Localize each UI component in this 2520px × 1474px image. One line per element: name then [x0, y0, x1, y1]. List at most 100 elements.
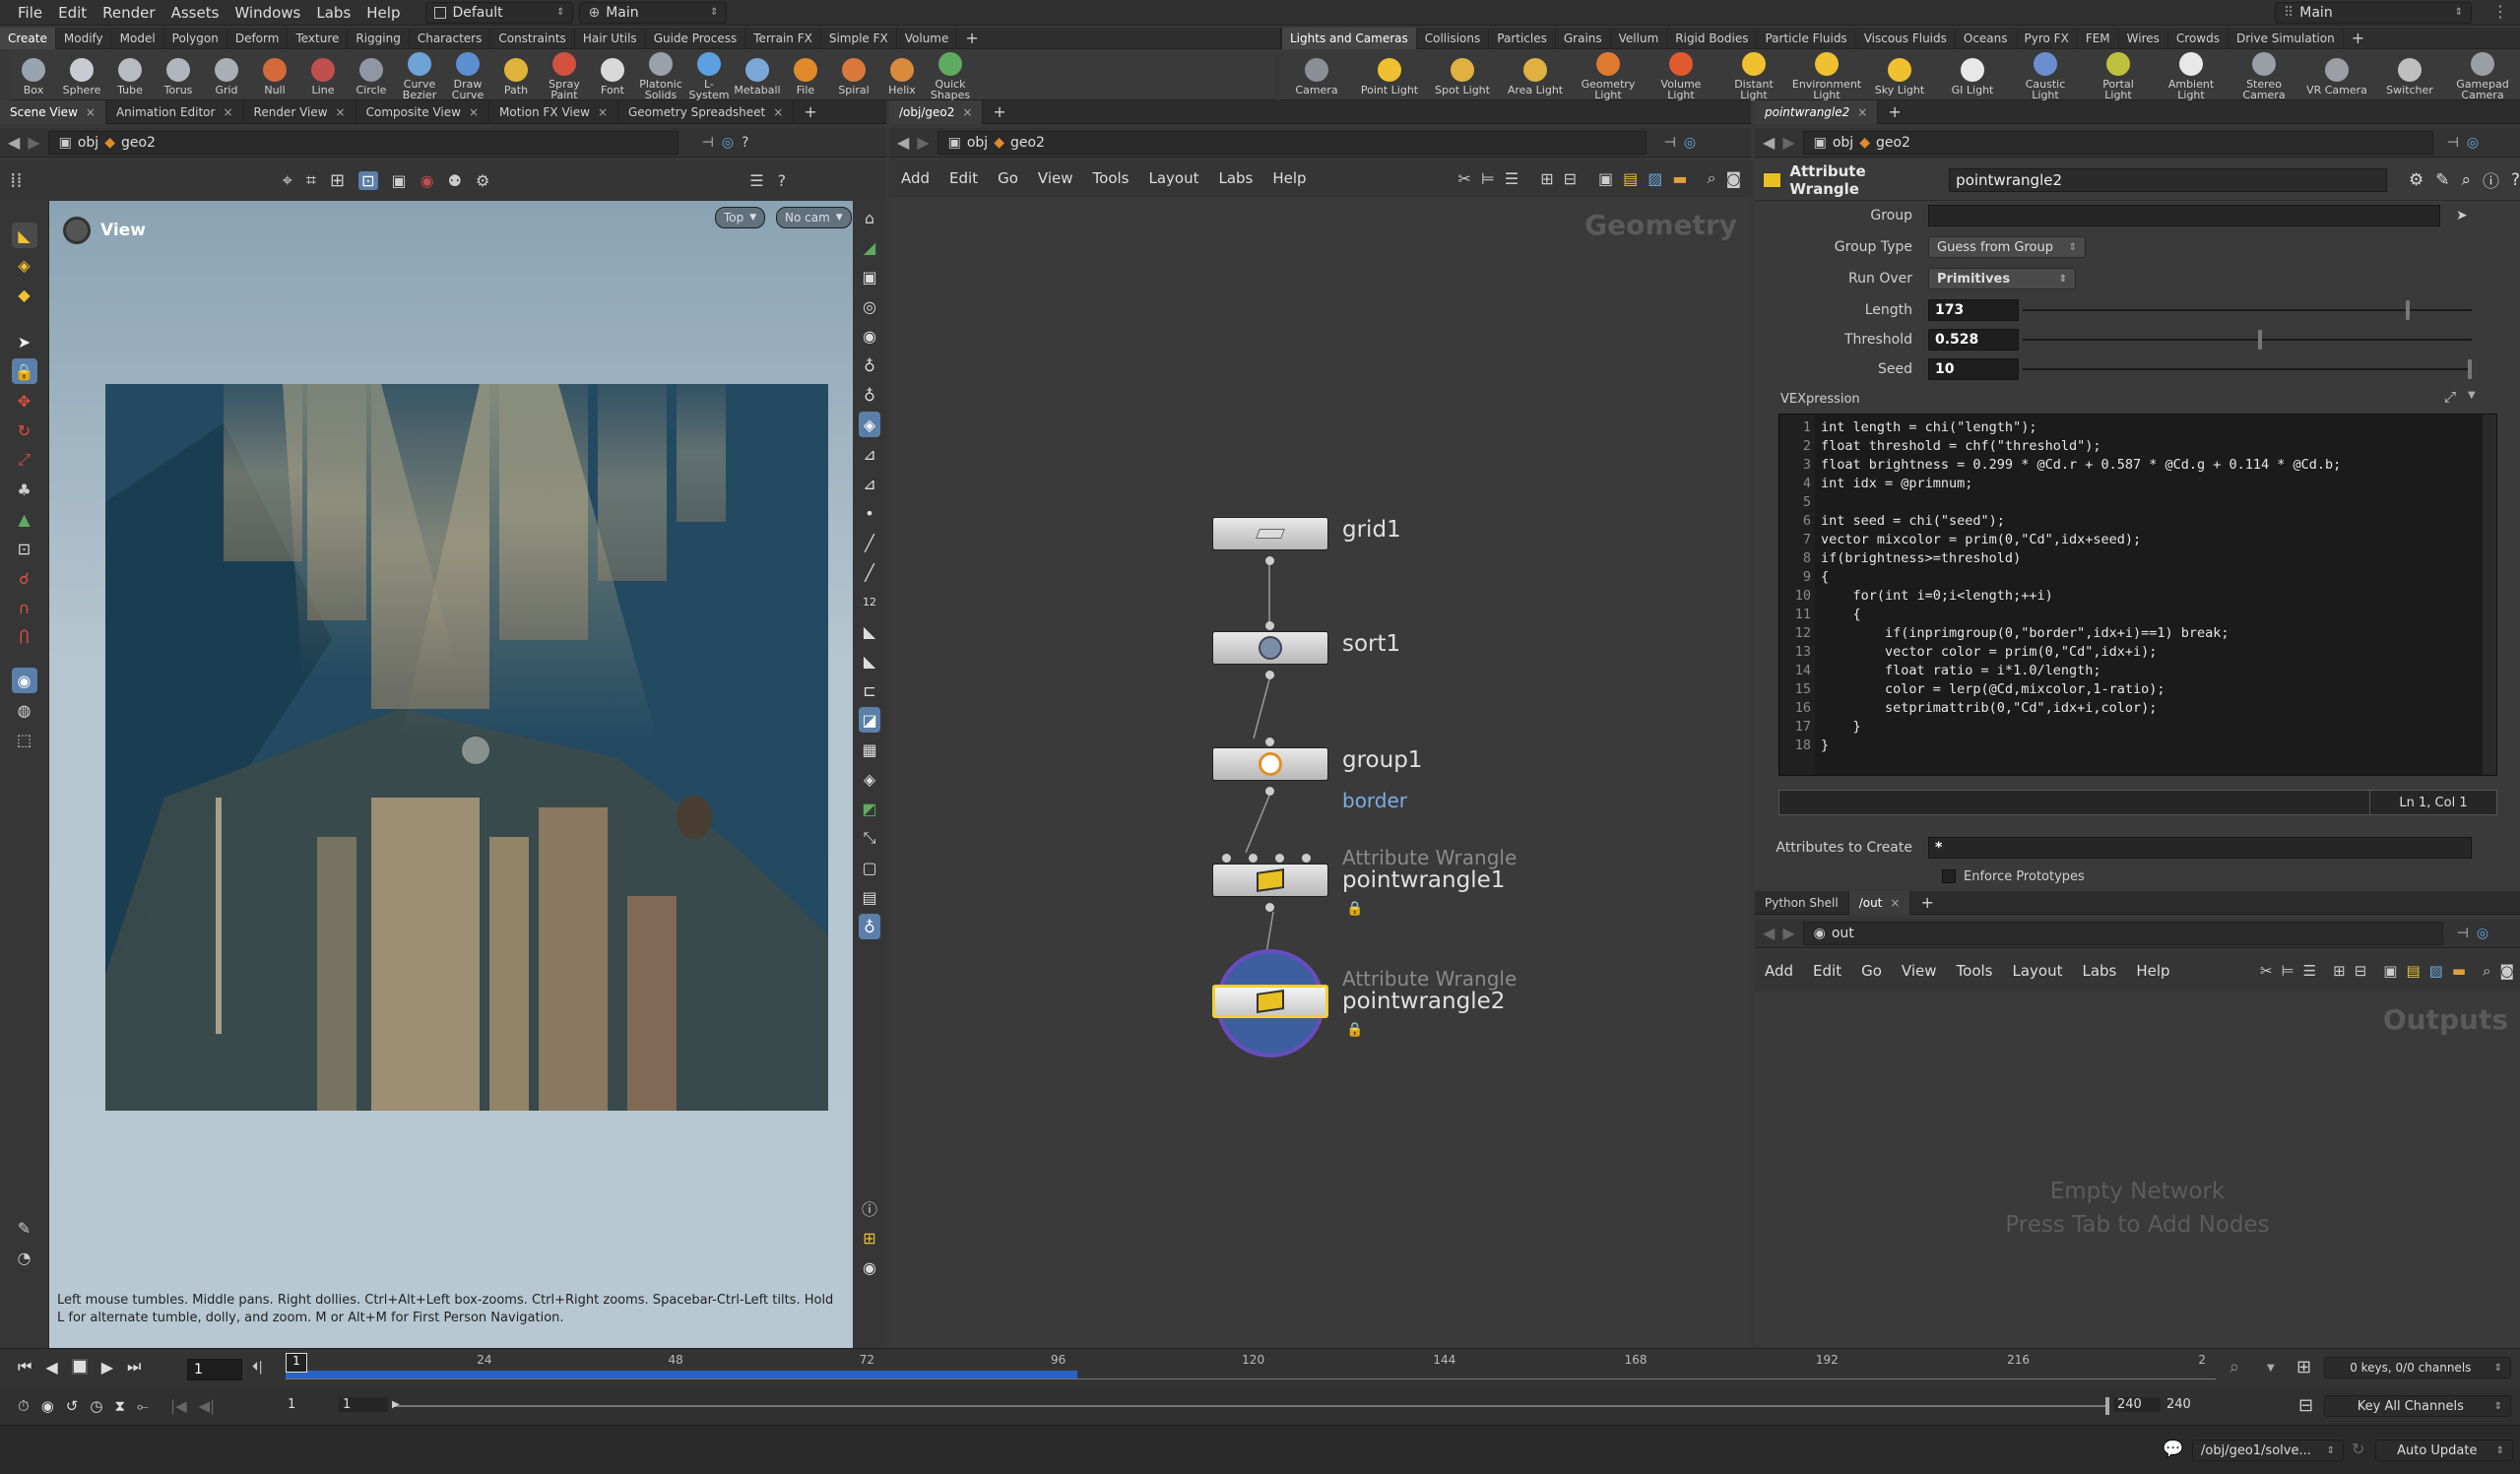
network-box-icon[interactable]: ▣ — [2383, 962, 2397, 980]
play-icon[interactable]: ▶ — [101, 1358, 113, 1377]
guides2-icon[interactable]: ⊿ — [859, 471, 880, 496]
back-arrow-icon[interactable]: ◀ — [897, 133, 909, 152]
tool-environment-light[interactable]: Environment Light — [1792, 48, 1861, 100]
shelf-tab-pyro-fx[interactable]: Pyro FX — [2017, 27, 2078, 49]
length-slider-knob[interactable] — [2405, 300, 2410, 320]
tool-gamepad-camera[interactable]: Gamepad Camera — [2452, 48, 2513, 100]
magnet2-icon[interactable]: Ⴖ — [12, 624, 37, 650]
node-body[interactable] — [1212, 631, 1328, 665]
pin-icon[interactable]: ⊣ — [2447, 135, 2459, 151]
vector2-icon[interactable]: ◣ — [859, 648, 880, 673]
prev-key-icon[interactable]: |◀ — [170, 1397, 187, 1415]
image-icon[interactable]: ▨ — [2429, 962, 2443, 980]
shelf-tab-particles[interactable]: Particles — [1489, 27, 1556, 49]
range-end2-field[interactable]: 240 — [2166, 1397, 2214, 1412]
group-type-menu[interactable]: Guess from Group ⇕ — [1928, 236, 2086, 258]
snap-point-icon[interactable]: ⌖ — [283, 170, 292, 191]
input-port[interactable] — [1265, 737, 1274, 746]
menu-go[interactable]: Go — [988, 169, 1028, 187]
tab-pointwrangle2[interactable]: pointwrangle2 × — [1755, 99, 1879, 124]
shelf-tab-characters[interactable]: Characters — [410, 27, 491, 49]
node-name-field[interactable]: pointwrangle2 — [1949, 167, 2387, 192]
range-start-handle[interactable]: ▶ — [392, 1399, 400, 1410]
shelf-tab-oceans[interactable]: Oceans — [1956, 27, 2017, 49]
chat-icon[interactable]: 💬 — [2163, 1440, 2183, 1459]
tools-icon[interactable]: ✂ — [2260, 962, 2273, 980]
menu-edit[interactable]: Edit — [939, 169, 988, 187]
search-icon[interactable]: ⌕ — [1708, 168, 1716, 188]
key-icon[interactable]: ⊟ — [2298, 1395, 2313, 1416]
menu-item-windows[interactable]: Windows — [226, 0, 308, 26]
grid-view2-icon[interactable]: ⊟ — [1564, 169, 1577, 188]
length-slider[interactable] — [2023, 300, 2472, 320]
snap-object-icon[interactable]: ▣ — [392, 171, 407, 190]
select-arrow-icon[interactable]: ➤ — [2456, 208, 2468, 224]
menu-go[interactable]: Go — [1851, 962, 1892, 980]
tool-box[interactable]: Box — [10, 54, 57, 96]
tool-gi-light[interactable]: GI Light — [1942, 54, 2003, 96]
shelf-tab-texture[interactable]: Texture — [288, 27, 349, 49]
tool-sky-light[interactable]: Sky Light — [1869, 54, 1930, 96]
add-shelf-tab-button[interactable]: + — [957, 28, 986, 49]
menu-item-edit[interactable]: Edit — [50, 0, 95, 26]
window-controls[interactable]: ⋮ — [2486, 2, 2515, 24]
camera-lock-icon[interactable]: ⚉ — [448, 171, 462, 190]
tool-portal-light[interactable]: Portal Light — [2088, 48, 2149, 100]
scale-icon[interactable]: ⤢ — [12, 447, 37, 473]
step-back-icon[interactable]: ⏴| — [252, 1360, 263, 1375]
back-arrow-icon[interactable]: ◀ — [1763, 133, 1775, 152]
list-icon[interactable]: ☰ — [1505, 169, 1518, 188]
tool-vr-camera[interactable]: VR Camera — [2306, 54, 2367, 96]
tool-file[interactable]: File — [782, 54, 829, 96]
ghost-icon[interactable]: ◔ — [12, 1245, 37, 1270]
frame-ruler[interactable]: 1 24 48 72 96 120 144 168 192 216 2 — [286, 1353, 2216, 1386]
rotate-icon[interactable]: ↻ — [12, 417, 37, 443]
normals2-icon[interactable]: ╱ — [859, 559, 880, 585]
editor-scrollbar[interactable] — [2483, 415, 2496, 775]
sticky-note-icon[interactable]: ▤ — [2406, 962, 2420, 980]
close-icon[interactable]: × — [336, 100, 346, 124]
view-mode-button[interactable]: Top ▼ — [715, 207, 766, 228]
enforce-checkbox[interactable] — [1942, 869, 1956, 883]
network-box-icon[interactable]: ▣ — [1598, 169, 1613, 188]
camera-menu-button[interactable]: No cam ▼ — [776, 207, 852, 228]
back-arrow-icon[interactable]: ◀ — [1763, 924, 1775, 942]
camera-tool-icon[interactable]: ◉ — [11, 668, 37, 693]
tool-null[interactable]: Null — [251, 54, 298, 96]
close-icon[interactable]: × — [223, 100, 232, 124]
shelf-tab-model[interactable]: Model — [112, 27, 164, 49]
magnet-icon[interactable]: ∩ — [12, 595, 37, 620]
tree-icon[interactable]: ⊨ — [1481, 169, 1495, 188]
agent-icon[interactable]: ▢ — [859, 855, 880, 880]
menu-item-file[interactable]: File — [10, 0, 50, 26]
menu-edit[interactable]: Edit — [1803, 962, 1851, 980]
pin-icon[interactable]: ⊣ — [1664, 135, 1676, 151]
move-icon[interactable]: ✥ — [12, 388, 37, 414]
status-path[interactable]: /obj/geo1/solve... ⇕ — [2192, 1440, 2344, 1461]
attr-create-field[interactable]: * — [1928, 837, 2472, 859]
chevron-down-icon[interactable]: ▼ — [2468, 390, 2476, 401]
brush-icon[interactable]: ✎ — [2435, 170, 2449, 190]
refresh-icon[interactable]: ↻ — [2352, 1440, 2364, 1458]
record-icon[interactable]: ◉ — [420, 171, 434, 190]
tool-tube[interactable]: Tube — [106, 54, 154, 96]
grid-view2-icon[interactable]: ⊟ — [2355, 962, 2367, 980]
chevron-down-icon[interactable]: ▼ — [2267, 1363, 2275, 1374]
paint-select-icon[interactable]: ◈ — [12, 252, 37, 278]
forward-arrow-icon[interactable]: ▶ — [1782, 133, 1794, 152]
bundle-icon[interactable]: ▬ — [2452, 962, 2466, 980]
sticky-note-icon[interactable]: ▤ — [1623, 169, 1638, 188]
quad-view-icon[interactable]: ⊞ — [859, 1225, 880, 1250]
shelf-tab-rigid-bodies[interactable]: Rigid Bodies — [1667, 27, 1758, 49]
tool-line[interactable]: Line — [299, 54, 347, 96]
vex-editor[interactable]: 1 2 3 4 5 6 7 8 9 10 11 12 13 14 15 16 17 18 int length =… — [1778, 414, 2497, 776]
prim-icon[interactable]: ◩ — [859, 796, 880, 821]
pin-icon[interactable]: ⊣ — [2457, 926, 2469, 941]
select-arrow-icon[interactable]: ➤ — [12, 329, 37, 354]
node-grid1[interactable]: grid1 — [1212, 517, 1401, 565]
close-icon[interactable]: × — [773, 100, 783, 124]
tool-caustic-light[interactable]: Caustic Light — [2015, 48, 2076, 100]
shelf-tab-hair-utils[interactable]: Hair Utils — [575, 27, 646, 49]
bounds-icon[interactable]: ⊏ — [859, 677, 880, 703]
params-path[interactable]: ▣ obj ◆ geo2 — [1802, 130, 2433, 155]
